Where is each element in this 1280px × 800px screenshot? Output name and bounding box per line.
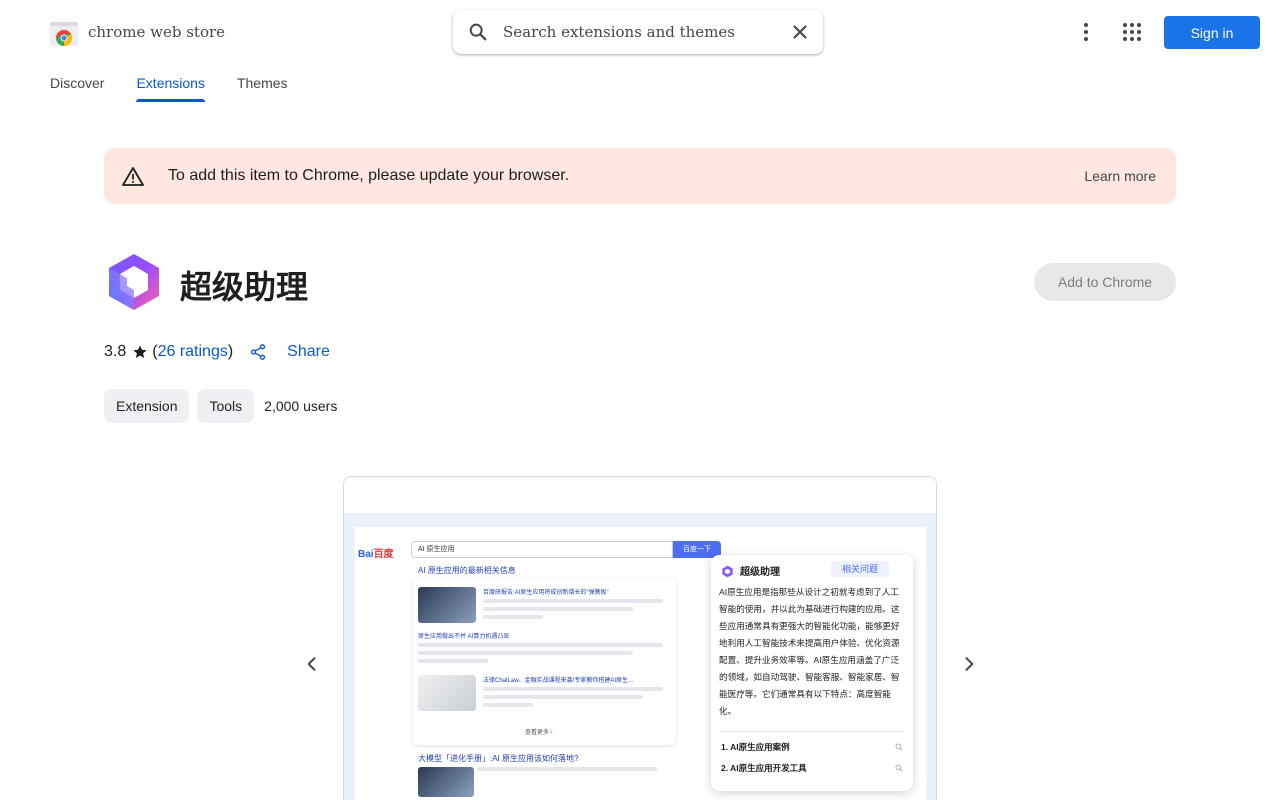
news-thumbnail <box>418 587 476 623</box>
tab-themes[interactable]: Themes <box>237 66 288 102</box>
ratings-count-link[interactable]: 26 ratings <box>158 343 228 361</box>
logo-text: chrome web store <box>88 23 226 41</box>
rating-value: 3.8 <box>104 343 127 360</box>
search-icon[interactable] <box>467 21 489 43</box>
news-more-link: 查看更多 › <box>525 730 553 736</box>
news-line <box>418 651 633 655</box>
screenshot-carousel-image[interactable]: Bai百度 AI 原生应用 百度一下 AI 原生应用的最新相关信息 百度研报告:… <box>343 476 937 800</box>
baidu-news-card: 百度研报告:AI原生应用将成创新增长的"弹簧板" 原生应用做出不并 AI算力机遇… <box>413 577 676 745</box>
share-button[interactable]: Share <box>249 343 330 361</box>
baidu-logo-latin: Bai <box>358 549 374 560</box>
assistant-answer: AI原生应用是指那些从设计之初就考虑到了人工智能的使用，并以此为基础进行构建的应… <box>719 587 900 716</box>
star-icon <box>133 345 147 358</box>
tab-extensions[interactable]: Extensions <box>136 66 206 102</box>
assistant-panel: 超级助理 相关问题 AI原生应用是指那些从设计之初就考虑到了人工智能的使用，并以… <box>711 555 913 791</box>
news-title: 法律ChatLaw、金融实战课程来袭!专家教你搭建AI原生... <box>483 678 634 684</box>
share-icon <box>251 344 266 360</box>
learn-more-link[interactable]: Learn more <box>1084 168 1156 184</box>
assistant-logo-icon <box>722 565 733 578</box>
assistant-divider <box>719 731 905 732</box>
baidu-search-input: AI 原生应用 <box>411 541 673 558</box>
baidu-result-link: 大模型「进化手册」:AI 原生应用该如何落地? <box>418 754 579 763</box>
news-thumbnail <box>418 675 476 711</box>
apps-grid-icon[interactable] <box>1120 20 1144 44</box>
chrome-web-store-logo[interactable]: chrome web store <box>50 18 225 46</box>
share-label: Share <box>287 343 330 360</box>
news-line <box>418 659 488 663</box>
sign-in-button[interactable]: Sign in <box>1164 16 1260 49</box>
rating-row: 3.8 (26 ratings) Share <box>104 341 330 363</box>
baidu-logo: Bai百度 <box>358 545 394 560</box>
assistant-question: 2. AI原生应用开发工具 <box>721 763 807 773</box>
ratings-paren-close: ) <box>227 343 234 360</box>
chip-tools[interactable]: Tools <box>197 389 255 423</box>
news-line <box>483 599 663 603</box>
screenshot-top-bar <box>344 477 936 513</box>
assistant-title: 超级助理 <box>740 567 780 578</box>
assistant-related-tag: 相关问题 <box>831 561 889 577</box>
update-browser-banner: To add this item to Chrome, please updat… <box>104 148 1176 204</box>
news-line <box>483 703 533 707</box>
news-line <box>418 643 663 647</box>
news-line <box>477 767 657 771</box>
chip-extension[interactable]: Extension <box>104 389 190 423</box>
search-icon <box>895 743 903 751</box>
news-title: 百度研报告:AI原生应用将成创新增长的"弹簧板" <box>483 590 609 596</box>
news-line <box>483 607 633 611</box>
extension-title: 超级助理 <box>180 269 309 305</box>
tab-discover[interactable]: Discover <box>50 66 104 102</box>
news-title: 原生应用做出不并 AI算力机遇凸显 <box>418 634 510 640</box>
baidu-logo-cn: 百度 <box>373 549 394 560</box>
search-input[interactable] <box>503 10 773 54</box>
assistant-question: 1. AI原生应用案例 <box>721 742 790 752</box>
news-line <box>483 687 663 691</box>
extension-icon <box>109 254 159 310</box>
news-line <box>483 695 643 699</box>
nav-tabs: Discover Extensions Themes <box>50 66 320 102</box>
add-to-chrome-button[interactable]: Add to Chrome <box>1034 263 1176 301</box>
search-icon <box>895 764 903 772</box>
category-chips: Extension Tools 2,000 users <box>104 389 337 423</box>
user-count: 2,000 users <box>264 398 338 414</box>
chrome-web-store-icon <box>50 22 78 46</box>
more-vert-icon[interactable] <box>1074 20 1098 44</box>
close-icon[interactable] <box>789 21 811 43</box>
news-line <box>483 615 543 619</box>
search-box[interactable] <box>453 10 823 54</box>
baidu-news-heading: AI 原生应用的最新相关信息 <box>418 566 516 575</box>
chevron-left-icon[interactable] <box>302 654 322 674</box>
news-thumbnail <box>418 767 474 797</box>
warning-icon <box>122 167 144 186</box>
top-header: chrome web store Sign in <box>0 0 1280 64</box>
banner-message: To add this item to Chrome, please updat… <box>168 167 570 184</box>
chevron-right-icon[interactable] <box>959 654 979 674</box>
